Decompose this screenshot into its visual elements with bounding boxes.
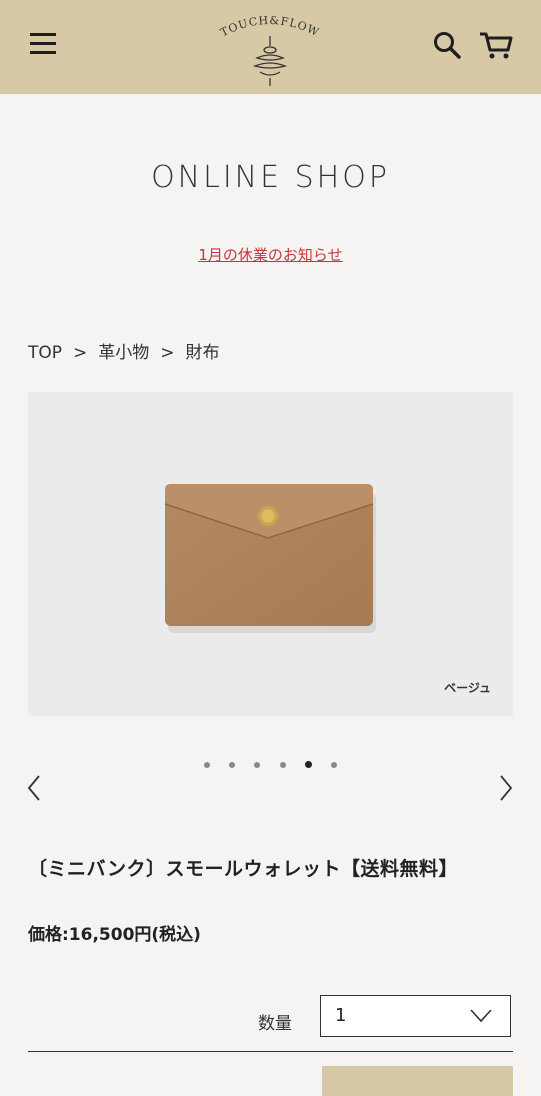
carousel-dot-active[interactable]: [304, 761, 312, 768]
product-name: 〔ミニバンク〕スモールウォレット【送料無料】: [28, 858, 458, 880]
hamburger-menu-icon[interactable]: [30, 30, 56, 56]
breadcrumb-leather-goods[interactable]: 革小物: [98, 343, 149, 363]
holiday-notice-link[interactable]: 1月の休業のお知らせ: [0, 244, 541, 265]
cart-icon[interactable]: [478, 28, 514, 62]
chevron-down-icon: [470, 1008, 492, 1023]
carousel-dot[interactable]: [229, 761, 236, 768]
svg-text:TOUCH&FLOW: TOUCH&FLOW: [218, 14, 321, 39]
breadcrumb: TOP > 革小物 > 財布: [28, 338, 220, 363]
carousel-indicators: [0, 754, 541, 768]
wallet-illustration: [164, 484, 376, 633]
quantity-value: 1: [335, 1005, 347, 1026]
carousel-dot[interactable]: [279, 761, 286, 768]
breadcrumb-separator: >: [160, 343, 175, 363]
quantity-label: 数量: [258, 1014, 292, 1034]
page-title: ONLINE SHOP: [151, 160, 390, 195]
color-caption: ベージュ: [444, 681, 491, 695]
carousel-dot[interactable]: [254, 761, 261, 768]
quantity-select[interactable]: 1: [320, 995, 511, 1037]
carousel-dot[interactable]: [204, 761, 211, 768]
breadcrumb-top[interactable]: TOP: [28, 343, 62, 363]
product-price: 価格:16,500円(税込): [28, 925, 201, 945]
brand-logo[interactable]: TOUCH&FLOW: [195, 6, 345, 90]
breadcrumb-separator: >: [73, 343, 88, 363]
chevron-right-icon[interactable]: [496, 772, 516, 804]
search-icon[interactable]: [432, 30, 464, 60]
carousel-dot[interactable]: [330, 761, 337, 768]
add-to-cart-button[interactable]: [322, 1066, 513, 1096]
product-image[interactable]: ベージュ: [28, 392, 513, 716]
divider: [28, 1051, 513, 1052]
breadcrumb-wallet[interactable]: 財布: [186, 343, 220, 363]
brand-name: TOUCH&FLOW: [218, 14, 320, 39]
site-header: TOUCH&FLOW: [0, 0, 541, 94]
chevron-left-icon[interactable]: [24, 772, 44, 804]
